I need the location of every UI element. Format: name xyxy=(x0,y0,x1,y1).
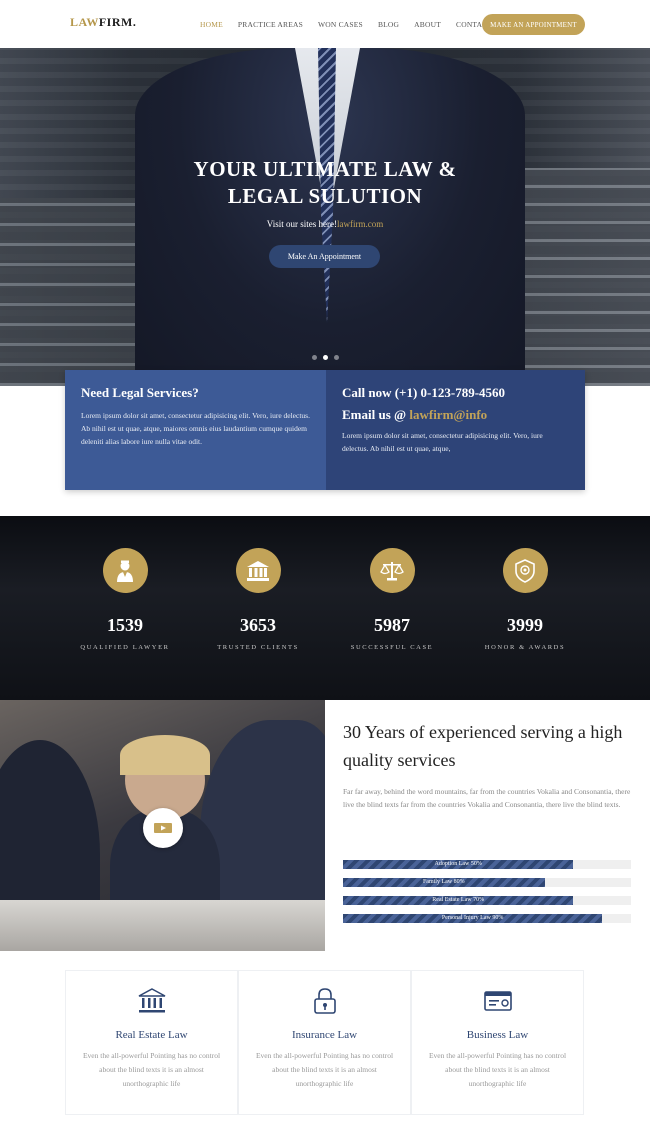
email-link[interactable]: lawfirm@info xyxy=(409,407,487,422)
service-title: Real Estate Law xyxy=(115,1029,188,1041)
briefcase-card-icon xyxy=(483,986,513,1016)
play-video-button[interactable] xyxy=(143,808,183,848)
nav-practice-areas[interactable]: PRACTICE AREAS xyxy=(238,20,303,29)
legal-services-title: Need Legal Services? xyxy=(81,385,199,400)
slider-dots xyxy=(312,355,339,360)
stat-value: 3999 xyxy=(507,615,543,635)
stat-label: SUCCESSFUL CASE xyxy=(350,644,434,651)
image-table xyxy=(0,900,325,951)
call-now-text: Call now (+1) 0-123-789-4560 xyxy=(342,385,506,400)
skill-bar-label: Personal Injury Law 90% xyxy=(441,915,504,921)
stat-value: 5987 xyxy=(374,615,410,635)
make-appointment-hero-button[interactable]: Make An Appointment xyxy=(269,245,380,268)
nav-home[interactable]: HOME xyxy=(200,20,223,29)
image-person-center-hair xyxy=(120,735,210,775)
nav-won-cases[interactable]: WON CASES xyxy=(318,20,363,29)
building-columns-icon xyxy=(137,986,167,1016)
service-title: Insurance Law xyxy=(291,1029,358,1041)
hero-title-line2: LEGAL SULUTION xyxy=(227,184,423,208)
make-appointment-nav-button[interactable]: MAKE AN APPOINTMENT xyxy=(482,14,585,35)
skill-bar-label: Family Law 80% xyxy=(422,879,465,885)
lawyer-icon xyxy=(102,548,148,593)
about-section: 30 Years of experienced serving a high q… xyxy=(343,718,633,811)
service-text: Even the all-powerful Pointing has no co… xyxy=(255,1051,394,1088)
skill-bar-personal-injury-law: Personal Injury Law 90% xyxy=(343,914,631,923)
service-title: Business Law xyxy=(466,1029,529,1041)
hero-subtitle-text: Visit our sites here! xyxy=(266,219,337,229)
hero-site-link[interactable]: lawfirm.com xyxy=(337,219,383,229)
skills-progress-list: Adoption Law 50% Family Law 80% Real Est… xyxy=(343,860,631,932)
legal-services-panel: Need Legal Services? Lorem ipsum dolor s… xyxy=(65,370,326,490)
legal-services-text: Lorem ipsum dolor sit amet, consectetur … xyxy=(81,411,310,446)
hero-subtitle: Visit our sites here!lawfirm.com xyxy=(0,219,650,229)
about-text: Far far away, behind the word mountains,… xyxy=(343,787,631,809)
service-card-business[interactable]: Business Law Even the all-powerful Point… xyxy=(411,970,584,1115)
skill-bar-family-law: Family Law 80% xyxy=(343,878,631,887)
stat-qualified-lawyer: 1539 QUALIFIED LAWYER xyxy=(60,548,190,651)
slider-dot-3[interactable] xyxy=(334,355,339,360)
stat-successful-case: 5987 SUCCESSFUL CASE xyxy=(327,548,457,651)
courthouse-icon xyxy=(235,548,281,593)
skill-bar-real-estate-law: Real Estate Law 70% xyxy=(343,896,631,905)
hero-title-line1: YOUR ULTIMATE LAW & xyxy=(193,157,457,181)
stat-value: 3653 xyxy=(240,615,276,635)
main-menu: HOME PRACTICE AREAS WON CASES BLOG ABOUT… xyxy=(200,20,507,29)
service-card-real-estate[interactable]: Real Estate Law Even the all-powerful Po… xyxy=(65,970,238,1115)
service-text: Even the all-powerful Pointing has no co… xyxy=(82,1051,221,1088)
skill-bar-adoption-law: Adoption Law 50% xyxy=(343,860,631,869)
about-heading: 30 Years of experienced serving a high q… xyxy=(343,722,623,770)
nav-blog[interactable]: BLOG xyxy=(378,20,399,29)
email-prefix: Email us @ xyxy=(342,407,410,422)
nav-about[interactable]: ABOUT xyxy=(414,20,441,29)
slider-dot-2[interactable] xyxy=(323,355,328,360)
logo[interactable]: LAWFIRM. xyxy=(70,15,136,30)
award-badge-icon xyxy=(502,548,548,593)
slider-dot-1[interactable] xyxy=(312,355,317,360)
hero-slider: YOUR ULTIMATE LAW & LEGAL SULUTION Visit… xyxy=(0,48,650,386)
stat-honor-awards: 3999 HONOR & AWARDS xyxy=(460,548,590,651)
logo-law-text: LAW xyxy=(70,15,99,29)
contact-info-box: Need Legal Services? Lorem ipsum dolor s… xyxy=(65,370,585,490)
service-text: Even the all-powerful Pointing has no co… xyxy=(428,1051,567,1088)
stat-label: QUALIFIED LAWYER xyxy=(80,644,170,651)
stat-value: 1539 xyxy=(107,615,143,635)
stats-section: 1539 QUALIFIED LAWYER 3653 TRUSTED CLIEN… xyxy=(0,516,650,700)
top-navbar: LAWFIRM. HOME PRACTICE AREAS WON CASES B… xyxy=(0,0,650,48)
scales-icon xyxy=(369,548,415,593)
padlock-icon xyxy=(310,986,340,1016)
hero-title: YOUR ULTIMATE LAW & LEGAL SULUTION xyxy=(0,156,650,210)
skill-bar-label: Adoption Law 50% xyxy=(434,861,482,867)
video-ticket-icon xyxy=(154,823,172,833)
stat-label: HONOR & AWARDS xyxy=(484,644,566,651)
service-card-insurance[interactable]: Insurance Law Even the all-powerful Poin… xyxy=(238,970,411,1115)
email-line: Email us @ lawfirm@info xyxy=(342,407,569,423)
stat-trusted-clients: 3653 TRUSTED CLIENTS xyxy=(193,548,323,651)
stat-label: TRUSTED CLIENTS xyxy=(217,644,299,651)
contact-panel: Call now (+1) 0-123-789-4560 Email us @ … xyxy=(326,370,585,490)
services-section: Real Estate Law Even the all-powerful Po… xyxy=(65,970,585,1115)
skill-bar-label: Real Estate Law 70% xyxy=(432,897,485,903)
contact-panel-text: Lorem ipsum dolor sit amet, consectetur … xyxy=(342,431,543,453)
logo-firm-text: FIRM. xyxy=(98,15,137,29)
